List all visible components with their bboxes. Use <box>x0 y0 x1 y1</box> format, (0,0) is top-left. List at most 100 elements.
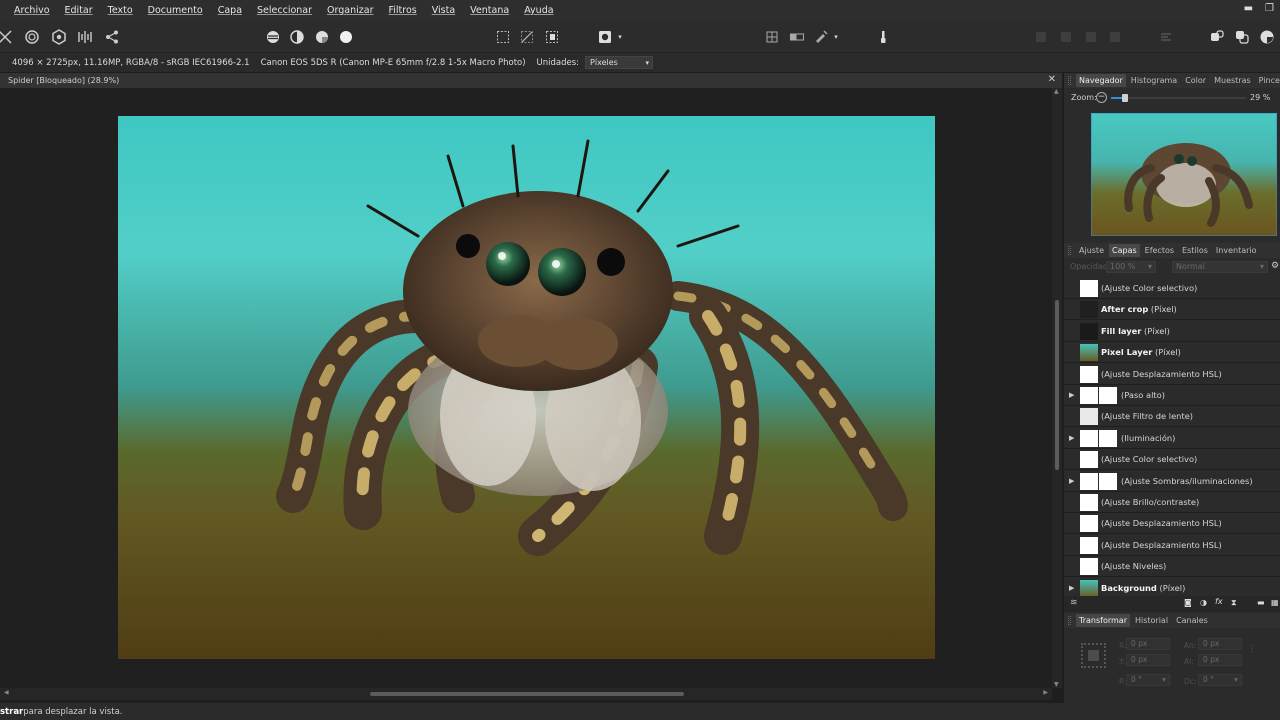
chevron-left-icon[interactable]: ◀ <box>4 689 9 696</box>
tab-color[interactable]: Color <box>1182 74 1209 87</box>
auto-levels-icon[interactable] <box>262 26 284 48</box>
assistant-dropdown-icon[interactable]: ▾ <box>830 26 842 48</box>
persona-photo-icon[interactable] <box>0 26 16 48</box>
persona-switch-icon[interactable] <box>1231 26 1253 48</box>
persona-liquify-icon[interactable] <box>21 26 43 48</box>
panel-grip-icon[interactable] <box>1068 246 1071 255</box>
tab-estilos[interactable]: Estilos <box>1179 244 1211 257</box>
live-filter-icon[interactable]: ⧗ <box>1231 598 1237 608</box>
layer-row[interactable]: Pixel Layer (Píxel) <box>1064 342 1280 364</box>
expand-arrow-icon[interactable]: ▶ <box>1069 477 1074 485</box>
assistant-icon[interactable] <box>810 26 832 48</box>
tab-pinceles[interactable]: Pinceles <box>1256 74 1280 87</box>
chevron-down-icon[interactable]: ▼ <box>1054 681 1059 688</box>
document-tab[interactable]: Spider [Bloqueado] (28.9%) ✕ <box>0 73 1062 88</box>
tab-historial[interactable]: Historial <box>1132 614 1171 627</box>
panel-grip-icon[interactable] <box>1068 616 1071 625</box>
persona-tonemap-icon[interactable] <box>74 26 96 48</box>
studio-link-icon[interactable] <box>1206 26 1228 48</box>
view-mode-icon[interactable] <box>786 26 808 48</box>
layer-row[interactable]: (Ajuste Desplazamiento HSL) <box>1064 513 1280 535</box>
x-input[interactable]: 0 px <box>1126 638 1170 650</box>
y-input[interactable]: 0 px <box>1126 654 1170 666</box>
tab-transformar[interactable]: Transformar <box>1076 614 1130 627</box>
persona-export-icon[interactable] <box>101 26 123 48</box>
layer-row[interactable]: (Ajuste Color selectivo) <box>1064 449 1280 471</box>
layer-row[interactable]: ▶ (Iluminación) <box>1064 427 1280 449</box>
mask-layer-icon[interactable]: ◙ <box>1184 598 1192 607</box>
auto-white-balance-icon[interactable] <box>335 26 357 48</box>
vertical-scrollbar[interactable]: ▲ ▼ <box>1052 88 1062 688</box>
blend-mode-select[interactable]: Normal ▾ <box>1172 261 1268 273</box>
layer-row[interactable]: (Ajuste Desplazamiento HSL) <box>1064 534 1280 556</box>
layer-row[interactable]: (Ajuste Filtro de lente) <box>1064 406 1280 428</box>
menu-archivo[interactable]: Archivo <box>0 5 58 16</box>
zoom-out-icon[interactable]: − <box>1096 92 1107 103</box>
folder-icon[interactable]: ▬ <box>1257 598 1265 607</box>
menu-seleccionar[interactable]: Seleccionar <box>250 5 320 16</box>
help-icon[interactable] <box>1256 26 1278 48</box>
anchor-point-icon[interactable] <box>1081 643 1106 668</box>
layer-row[interactable]: (Ajuste Niveles) <box>1064 556 1280 578</box>
horizontal-scrollbar[interactable]: ◀ ▶ <box>0 688 1052 700</box>
chevron-up-icon[interactable]: ▲ <box>1054 88 1059 95</box>
layer-row[interactable]: (Ajuste Brillo/contraste) <box>1064 492 1280 513</box>
fx-icon[interactable]: fx <box>1215 597 1223 606</box>
arrange-backward-icon[interactable] <box>1055 26 1077 48</box>
shear-input[interactable]: 0 ° ▾ <box>1198 674 1242 686</box>
navigator-preview[interactable] <box>1091 113 1277 236</box>
adjustment-layer-icon[interactable]: ◑ <box>1200 598 1207 607</box>
panel-grip-icon[interactable] <box>1068 76 1071 85</box>
deselect-icon[interactable] <box>516 26 538 48</box>
menu-texto[interactable]: Texto <box>101 5 141 16</box>
menu-vista[interactable]: Vista <box>425 5 463 16</box>
close-icon[interactable]: ✕ <box>1048 74 1056 85</box>
layer-row[interactable]: (Ajuste Desplazamiento HSL) <box>1064 363 1280 385</box>
add-layer-icon[interactable]: ▦ <box>1271 598 1279 607</box>
menu-ayuda[interactable]: Ayuda <box>517 5 561 16</box>
expand-arrow-icon[interactable]: ▶ <box>1069 584 1074 592</box>
tab-ajuste[interactable]: Ajuste <box>1076 244 1107 257</box>
tab-efectos[interactable]: Efectos <box>1142 244 1177 257</box>
menu-ventana[interactable]: Ventana <box>463 5 517 16</box>
arrange-forward-icon[interactable] <box>1080 26 1102 48</box>
layer-row[interactable]: ▶ (Paso alto) <box>1064 385 1280 406</box>
rotation-input[interactable]: 0 ° ▾ <box>1126 674 1170 686</box>
tab-muestras[interactable]: Muestras <box>1211 74 1254 87</box>
menu-editar[interactable]: Editar <box>58 5 101 16</box>
persona-develop-icon[interactable] <box>48 26 70 48</box>
auto-colors-icon[interactable] <box>311 26 333 48</box>
chevron-right-icon[interactable]: ▶ <box>1043 689 1048 696</box>
invert-selection-icon[interactable] <box>541 26 563 48</box>
menu-organizar[interactable]: Organizar <box>320 5 381 16</box>
menu-documento[interactable]: Documento <box>141 5 211 16</box>
gear-icon[interactable]: ⚙ <box>1271 261 1279 271</box>
opacity-select[interactable]: 100 % ▾ <box>1106 261 1156 273</box>
tab-navegador[interactable]: Navegador <box>1076 74 1126 87</box>
layer-row[interactable]: Fill layer (Píxel) <box>1064 320 1280 342</box>
layer-row[interactable]: After crop (Píxel) <box>1064 299 1280 321</box>
restore-button[interactable]: ❐ <box>1265 3 1274 14</box>
horizontal-scroll-thumb[interactable] <box>370 692 684 696</box>
minimize-button[interactable]: ▬ <box>1244 3 1253 14</box>
expand-arrow-icon[interactable]: ▶ <box>1069 434 1074 442</box>
align-icon[interactable] <box>1155 26 1177 48</box>
units-select[interactable]: Píxeles ▾ <box>585 56 654 69</box>
expand-arrow-icon[interactable]: ▶ <box>1069 391 1074 399</box>
quick-mask-icon[interactable] <box>594 26 616 48</box>
arrange-front-icon[interactable] <box>1104 26 1126 48</box>
layer-row[interactable]: (Ajuste Color selectivo) <box>1064 278 1280 299</box>
layer-row[interactable]: ▶ (Ajuste Sombras/iluminaciones) <box>1064 470 1280 492</box>
menu-capa[interactable]: Capa <box>211 5 250 16</box>
menu-filtros[interactable]: Filtros <box>381 5 424 16</box>
height-input[interactable]: 0 px <box>1198 654 1242 666</box>
tab-capas[interactable]: Capas <box>1109 244 1140 257</box>
zoom-slider-knob[interactable] <box>1121 94 1128 102</box>
quick-mask-dropdown-icon[interactable]: ▾ <box>614 26 626 48</box>
link-icon[interactable]: ⋮ <box>1248 644 1256 653</box>
tab-canales[interactable]: Canales <box>1173 614 1211 627</box>
layers-stack-icon[interactable]: ≋ <box>1070 598 1078 608</box>
tab-histograma[interactable]: Histograma <box>1128 74 1180 87</box>
brush-tool-icon[interactable] <box>872 26 894 48</box>
arrange-back-icon[interactable] <box>1030 26 1052 48</box>
